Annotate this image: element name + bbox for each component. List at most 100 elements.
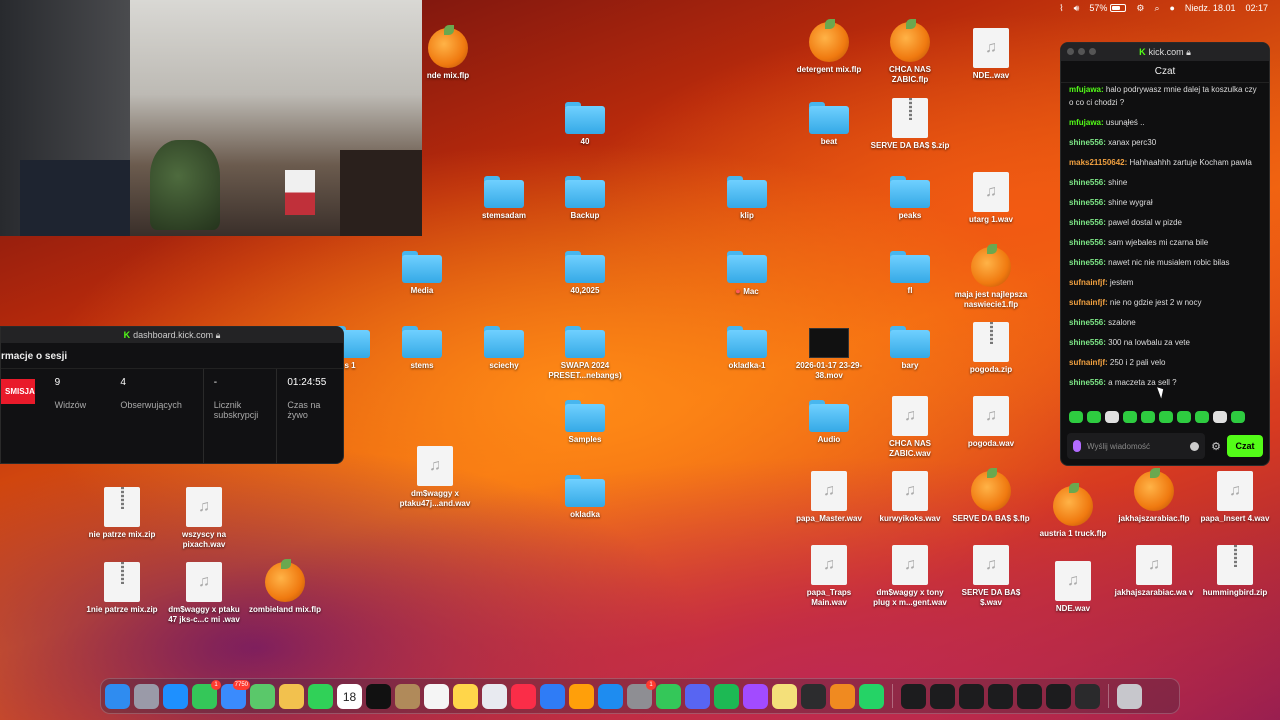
desktop-icon[interactable]: stemsadam [464, 172, 544, 221]
window-thumb-5-icon[interactable] [1017, 683, 1042, 709]
window-thumb-6-icon[interactable] [1046, 683, 1071, 709]
search-icon[interactable]: ⌕ [1154, 3, 1159, 14]
desktop-icon[interactable]: SWAPA 2024 PRESET...nebangs) [545, 322, 625, 381]
safari-icon[interactable] [163, 683, 188, 709]
desktop-icon[interactable]: ♫ papa_Traps Main.wav [789, 545, 869, 608]
desktop-icon[interactable]: okladka [545, 471, 625, 520]
desktop-icon[interactable]: okladka-1 [707, 322, 787, 371]
desktop-icon[interactable]: zombieland mix.flp [245, 559, 325, 615]
desktop-icon[interactable]: ♫ dm$waggy x tony plug x m...gent.wav [870, 545, 950, 608]
chat-username[interactable]: shine556: [1069, 318, 1108, 327]
desktop-icon[interactable]: ♫ NDE.wav [1033, 561, 1113, 614]
appstore-icon[interactable] [598, 683, 623, 709]
emoji-icon[interactable] [1190, 441, 1200, 451]
desktop-icon[interactable]: Media [382, 247, 462, 296]
messenger-icon[interactable] [743, 683, 768, 709]
volume-icon[interactable]: 🔊︎ [1074, 3, 1080, 14]
desktop-icon[interactable]: ♫ papa_Master.wav [789, 471, 869, 524]
music-icon[interactable] [511, 683, 536, 709]
chat-username[interactable]: shine556: [1069, 218, 1108, 227]
emote-icon[interactable] [1123, 411, 1137, 423]
emote-icon[interactable] [1195, 411, 1209, 423]
whatsapp-icon[interactable] [859, 683, 884, 709]
zoom-button[interactable] [1089, 48, 1096, 55]
desktop-icon[interactable]: ♫ SERVE DA BA$ $.wav [951, 545, 1031, 608]
discord-icon[interactable] [685, 683, 710, 709]
notes-icon[interactable] [453, 683, 478, 709]
emote-icon[interactable] [1141, 411, 1155, 423]
calendar-icon[interactable]: 18 [337, 683, 362, 709]
chat-username[interactable]: sufnainfjf: [1069, 298, 1110, 307]
chat-username[interactable]: sufnainfjf: [1069, 358, 1110, 367]
window-thumb-7-icon[interactable] [1075, 683, 1100, 709]
desktop-icon[interactable]: Samples [545, 396, 625, 445]
chat-username[interactable]: shine556: [1069, 178, 1108, 187]
desktop-icon[interactable]: 40 [545, 98, 625, 147]
tv-icon[interactable] [366, 683, 391, 709]
chat-username[interactable]: shine556: [1069, 238, 1108, 247]
pages-icon[interactable] [569, 683, 594, 709]
desktop-icon[interactable]: sciechy [464, 322, 544, 371]
microphone-icon[interactable] [1073, 440, 1081, 452]
chat-username[interactable]: maks21150642: [1069, 158, 1130, 167]
chat-username[interactable]: shine556: [1069, 378, 1108, 387]
desktop-icon[interactable]: nie patrze mix.zip [82, 487, 162, 540]
window-thumb-4-icon[interactable] [988, 683, 1013, 709]
emote-icon[interactable] [1213, 411, 1227, 423]
desktop-icon[interactable]: peaks [870, 172, 950, 221]
contacts-icon[interactable] [395, 683, 420, 709]
desktop-icon[interactable]: SERVE DA BA$ $.zip [870, 98, 950, 151]
menubar-time[interactable]: 02:17 [1245, 3, 1268, 13]
desktop-icon[interactable]: ♫ pogoda.wav [951, 396, 1031, 449]
trash-icon[interactable] [1117, 683, 1142, 709]
desktop-icon[interactable]: ♫ papa_Insert 4.wav [1195, 471, 1275, 524]
photos-icon[interactable] [279, 683, 304, 709]
window-thumb-1-icon[interactable] [901, 683, 926, 709]
emote-icon[interactable] [1177, 411, 1191, 423]
emote-icon[interactable] [1231, 411, 1245, 423]
chat-messages[interactable]: mfujawa: halo podrywasz mnie dalej ta ko… [1061, 83, 1269, 445]
chat-username[interactable]: shine556: [1069, 198, 1108, 207]
desktop-icon[interactable]: ♫ jakhajszarabiac.wa v [1114, 545, 1194, 598]
menubar-date[interactable]: Niedz. 18.01 [1185, 3, 1236, 13]
control-center-icon[interactable]: ⚙︎ [1136, 3, 1144, 14]
desktop-icon[interactable]: ● Mac [707, 247, 787, 297]
emote-icon[interactable] [1159, 411, 1173, 423]
messages-icon[interactable]: 1 [192, 679, 221, 709]
chat-username[interactable]: sufnainfjf: [1069, 278, 1110, 287]
desktop-icon[interactable]: ♫ utarg 1.wav [951, 172, 1031, 225]
desktop-icon[interactable]: 40,2025 [545, 247, 625, 296]
desktop-icon[interactable]: CHCA NAS ZABIC.flp [870, 19, 950, 85]
fl-studio-icon[interactable] [830, 683, 855, 709]
desktop-icon[interactable]: detergent mix.flp [789, 19, 869, 75]
keynote-icon[interactable] [540, 683, 565, 709]
chat-titlebar[interactable]: K kick.com 🔒︎ [1061, 43, 1269, 61]
chat-username[interactable]: mfujawa: [1069, 85, 1106, 94]
wifi-icon[interactable]: ⌇ [1059, 3, 1063, 14]
maps-icon[interactable] [250, 683, 275, 709]
close-button[interactable] [1067, 48, 1074, 55]
chat-username[interactable]: shine556: [1069, 138, 1108, 147]
chat-username[interactable]: shine556: [1069, 258, 1108, 267]
chat-send-button[interactable]: Czat [1227, 435, 1263, 457]
desktop-icon[interactable]: maja jest najlepsza naswiecie1.flp [951, 244, 1031, 310]
emote-icon[interactable] [1087, 411, 1101, 423]
reminders-icon[interactable] [424, 683, 449, 709]
mail-icon[interactable]: 7750 [221, 679, 250, 709]
finder-icon[interactable] [105, 683, 130, 709]
chat-input[interactable]: Wyślij wiadomość [1067, 433, 1206, 459]
desktop-icon[interactable]: bary [870, 322, 950, 371]
siri-icon[interactable]: ● [1169, 3, 1174, 13]
desktop-icon[interactable]: ♫ dm$waggy x ptaku47j...and.wav [395, 446, 475, 509]
window-thumb-2-icon[interactable] [930, 683, 955, 709]
desktop-icon[interactable]: jakhajszarabiac.flp [1114, 468, 1194, 524]
desktop-icon[interactable]: Backup [545, 172, 625, 221]
dashboard-titlebar[interactable]: K dashboard.kick.com 🔒︎ [1, 327, 343, 343]
minimize-button[interactable] [1078, 48, 1085, 55]
desktop-icon[interactable]: pogoda.zip [951, 322, 1031, 375]
desktop-icon[interactable]: stems [382, 322, 462, 371]
chat-username[interactable]: shine556: [1069, 338, 1108, 347]
desktop-icon[interactable]: ♫ kurwyikoks.wav [870, 471, 950, 524]
facetime-icon[interactable] [308, 683, 333, 709]
desktop-icon[interactable]: hummingbird.zip [1195, 545, 1275, 598]
